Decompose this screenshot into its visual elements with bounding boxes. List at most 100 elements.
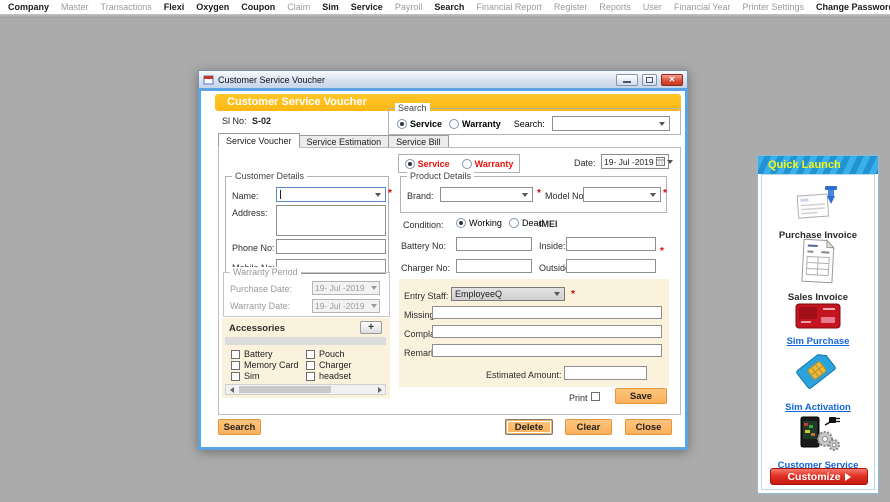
serial-number-value: S-02 — [252, 116, 272, 126]
imei-outside-input[interactable] — [566, 259, 656, 273]
menu-bar: Company Master Transactions Flexi Oxygen… — [0, 0, 890, 14]
menu-item-search[interactable]: Search — [434, 2, 464, 12]
menu-item-payroll[interactable]: Payroll — [395, 2, 423, 12]
search-warranty-radio[interactable]: Warranty — [449, 118, 501, 129]
quick-launch-sim-activation[interactable]: Sim Activation — [762, 347, 874, 413]
accessory-memory-card-label: Memory Card — [244, 360, 299, 370]
accessories-title: Accessories — [229, 323, 285, 334]
quick-launch-customer-service[interactable]: Customer Service — [762, 415, 874, 471]
entry-staff-combobox[interactable]: EmployeeQ — [451, 287, 565, 301]
complaint-input[interactable] — [432, 325, 662, 338]
accessory-battery-checkbox[interactable]: Battery — [231, 349, 273, 359]
radio-unchecked-icon — [449, 118, 460, 129]
menu-item-flexi[interactable]: Flexi — [164, 2, 185, 12]
accessory-memory-card-checkbox[interactable]: Memory Card — [231, 360, 299, 370]
save-button[interactable]: Save — [615, 388, 667, 404]
address-textarea[interactable] — [276, 205, 386, 236]
condition-working-radio[interactable]: Working — [456, 218, 502, 228]
accessory-pouch-checkbox[interactable]: Pouch — [306, 349, 345, 359]
menu-item-oxygen[interactable]: Oxygen — [196, 2, 229, 12]
type-warranty-radio[interactable]: Warranty — [461, 158, 513, 169]
date-picker[interactable]: 19- Jul -2019 — [601, 154, 673, 169]
tab-service-voucher[interactable]: Service Voucher — [218, 133, 300, 148]
missing-input[interactable] — [432, 306, 662, 319]
condition-working-label: Working — [469, 218, 502, 228]
purchase-date-picker[interactable]: 19- Jul -2019 — [312, 281, 380, 295]
menu-item-claim[interactable]: Claim — [287, 2, 310, 12]
required-marker: * — [663, 188, 667, 199]
phone-input[interactable] — [276, 239, 386, 254]
accessories-scrollbar[interactable] — [225, 384, 386, 395]
scroll-left-arrow[interactable] — [226, 385, 237, 394]
customer-name-combobox[interactable] — [276, 187, 386, 202]
chevron-down-icon — [650, 192, 656, 197]
maximize-button[interactable] — [642, 73, 657, 86]
required-marker: * — [388, 188, 392, 199]
menu-item-financial-report[interactable]: Financial Report — [476, 2, 542, 12]
charger-no-input[interactable] — [456, 259, 532, 273]
close-button[interactable]: ✕ — [661, 73, 683, 86]
sales-invoice-label: Sales Invoice — [787, 292, 849, 303]
menu-item-transactions[interactable]: Transactions — [101, 2, 152, 12]
imei-label: IMEI — [539, 219, 558, 229]
quick-launch-purchase-invoice[interactable]: Purchase Invoice — [762, 185, 874, 241]
warranty-date-picker[interactable]: 19- Jul -2019 — [312, 299, 380, 313]
purchase-invoice-icon — [796, 186, 837, 219]
model-combobox[interactable] — [583, 187, 661, 202]
accessory-headset-checkbox[interactable]: headset — [306, 371, 351, 381]
accessory-charger-checkbox[interactable]: Charger — [306, 360, 352, 370]
customer-service-icon — [800, 416, 840, 451]
minimize-button[interactable] — [616, 73, 638, 86]
menu-item-financial-year[interactable]: Financial Year — [674, 2, 731, 12]
search-service-radio[interactable]: Service — [397, 118, 442, 129]
add-accessory-button[interactable]: + — [360, 321, 382, 334]
quick-launch-sim-purchase[interactable]: Sim Purchase — [762, 303, 874, 347]
quick-launch-sales-invoice[interactable]: Sales Invoice — [762, 237, 874, 303]
radio-checked-icon — [397, 118, 407, 129]
menu-item-reports[interactable]: Reports — [599, 2, 631, 12]
required-marker: * — [537, 188, 541, 199]
search-button[interactable]: Search — [218, 419, 261, 435]
menu-item-change-password[interactable]: Change Password — [816, 2, 890, 12]
menu-item-coupon[interactable]: Coupon — [241, 2, 275, 12]
customer-service-voucher-window: Customer Service Voucher ✕ Customer Serv… — [198, 70, 688, 450]
minimize-icon — [623, 81, 631, 83]
menu-item-sim[interactable]: Sim — [322, 2, 339, 12]
estimated-amount-input[interactable] — [564, 366, 647, 380]
clear-button[interactable]: Clear — [565, 419, 612, 435]
window-title: Customer Service Voucher — [218, 74, 326, 85]
quick-launch-body: Purchase Invoice Sales Invoice Sim Purch… — [761, 174, 875, 490]
customize-button[interactable]: Customize — [770, 468, 868, 485]
purchase-date-label: Purchase Date: — [230, 284, 293, 294]
menu-item-company[interactable]: Company — [8, 2, 49, 12]
battery-no-label: Battery No: — [401, 241, 447, 251]
menu-item-master[interactable]: Master — [61, 2, 89, 12]
chevron-down-icon — [375, 192, 381, 197]
entry-panel: Entry Staff: EmployeeQ * Missing: Compla… — [399, 279, 669, 387]
menu-item-register[interactable]: Register — [554, 2, 588, 12]
window-titlebar[interactable]: Customer Service Voucher ✕ — [198, 70, 688, 88]
delete-button[interactable]: Delete — [505, 419, 553, 435]
scrollbar-thumb[interactable] — [239, 386, 331, 393]
imei-inside-input[interactable] — [566, 237, 656, 251]
required-marker: * — [571, 289, 575, 300]
model-label: Model No: — [545, 191, 587, 201]
menu-item-service[interactable]: Service — [351, 2, 383, 12]
accessory-sim-checkbox[interactable]: Sim — [231, 371, 260, 381]
close-form-button[interactable]: Close — [625, 419, 672, 435]
sim-purchase-icon — [795, 303, 841, 329]
search-combobox[interactable] — [551, 116, 670, 131]
brand-combobox[interactable] — [440, 187, 533, 202]
purchase-date-value: 19- Jul -2019 — [315, 283, 365, 293]
scroll-right-arrow[interactable] — [374, 385, 385, 394]
remark-input[interactable] — [432, 344, 662, 357]
print-checkbox[interactable] — [591, 392, 600, 401]
menu-item-printer-settings[interactable]: Printer Settings — [742, 2, 804, 12]
chevron-down-icon — [554, 292, 560, 296]
battery-no-input[interactable] — [456, 237, 532, 251]
address-label: Address: — [232, 208, 268, 218]
chevron-down-icon — [522, 192, 528, 197]
type-service-radio[interactable]: Service — [404, 158, 450, 169]
serial-number-label: Sl No: — [222, 116, 247, 126]
menu-item-user[interactable]: User — [643, 2, 662, 12]
